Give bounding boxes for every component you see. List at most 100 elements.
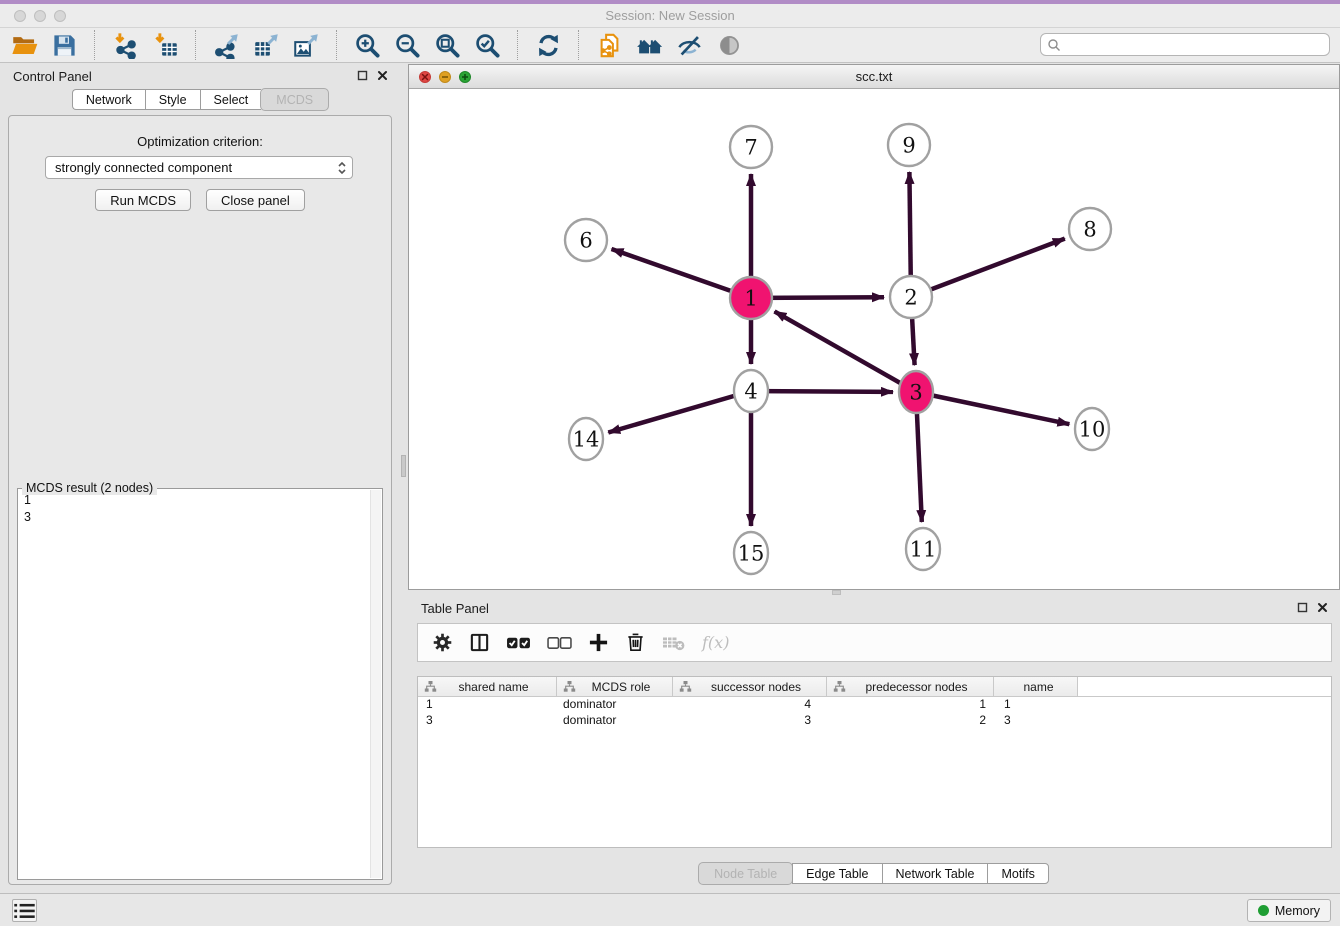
tab-node-table[interactable]: Node Table — [698, 862, 793, 885]
graph-node-7[interactable]: 7 — [730, 126, 772, 168]
graph-node-label: 7 — [744, 135, 757, 159]
criterion-select[interactable]: strongly connected component — [45, 156, 353, 179]
import-network-button[interactable] — [105, 30, 145, 60]
graph-edge-4-14[interactable] — [608, 391, 751, 433]
column-header-MCDS-role[interactable]: MCDS role — [557, 677, 673, 696]
table-cell: 3 — [994, 713, 1078, 729]
graph-node-10[interactable]: 10 — [1075, 408, 1109, 450]
graph-node-6[interactable]: 6 — [565, 219, 607, 261]
graph-node-label: 9 — [902, 133, 915, 157]
open-session-button[interactable] — [4, 30, 44, 60]
add-row-button[interactable] — [588, 631, 609, 655]
vertical-split-divider[interactable] — [400, 63, 408, 893]
result-scrollbar[interactable] — [370, 490, 381, 878]
graph-node-label: 3 — [909, 380, 922, 404]
graph-node-14[interactable]: 14 — [569, 418, 603, 460]
close-panel-button[interactable]: Close panel — [206, 189, 305, 211]
graph-node-15[interactable]: 15 — [734, 532, 768, 574]
memory-label: Memory — [1275, 904, 1320, 918]
network-canvas[interactable]: 7 9 6 8 1 2 4 3 14 10 15 11 — [409, 89, 1339, 589]
graph-node-1[interactable]: 1 — [730, 277, 772, 319]
maximize-view-button[interactable] — [459, 71, 471, 83]
graph-node-4[interactable]: 4 — [734, 370, 768, 412]
export-image-button[interactable] — [286, 30, 326, 60]
tab-motifs[interactable]: Motifs — [987, 863, 1048, 884]
table-row[interactable]: 3dominator323 — [418, 713, 1331, 729]
export-table-button[interactable] — [246, 30, 286, 60]
graph-node-label: 8 — [1083, 217, 1096, 241]
zoom-selected-button[interactable] — [467, 30, 507, 60]
graph-node-2[interactable]: 2 — [890, 276, 932, 318]
column-header-shared-name[interactable]: shared name — [418, 677, 557, 696]
delete-table-button — [662, 631, 686, 655]
table-cell: dominator — [557, 713, 673, 729]
deselect-all-button[interactable] — [547, 631, 572, 655]
select-all-button[interactable] — [506, 631, 531, 655]
import-table-button[interactable] — [145, 30, 185, 60]
run-mcds-button[interactable]: Run MCDS — [95, 189, 191, 211]
search-input[interactable] — [1061, 36, 1329, 54]
tab-style[interactable]: Style — [145, 89, 200, 110]
close-panel-icon[interactable] — [1317, 602, 1328, 613]
float-panel-icon[interactable] — [357, 70, 368, 81]
save-session-button[interactable] — [44, 30, 84, 60]
tab-network[interactable]: Network — [72, 89, 145, 110]
graph-edge-2-8[interactable] — [911, 239, 1065, 297]
table-toolbar: f(x) — [417, 623, 1332, 662]
graph-node-label: 15 — [738, 541, 765, 565]
export-network-button[interactable] — [206, 30, 246, 60]
table-row[interactable]: 1dominator411 — [418, 697, 1331, 713]
save-session-icon — [51, 32, 78, 59]
network-window-titlebar: scc.txt — [409, 65, 1339, 89]
tab-network-table[interactable]: Network Table — [882, 863, 988, 884]
graph-edge-3-1[interactable] — [775, 311, 917, 392]
network-graph: 7 9 6 8 1 2 4 3 14 10 15 11 — [409, 89, 1339, 589]
graph-node-8[interactable]: 8 — [1069, 208, 1111, 250]
column-header-successor-nodes[interactable]: successor nodes — [673, 677, 827, 696]
mcds-result-line: 3 — [18, 509, 370, 526]
graphics-details-button[interactable] — [669, 30, 709, 60]
graph-edge-3-10[interactable] — [916, 392, 1069, 424]
duplicate-network-button[interactable] — [589, 30, 629, 60]
minimize-view-button[interactable] — [439, 71, 451, 83]
gear-icon — [432, 632, 453, 653]
table-cell: 1 — [827, 697, 994, 713]
zoom-fit-button[interactable] — [427, 30, 467, 60]
mcds-result-list[interactable]: 13 — [18, 492, 370, 879]
function-builder-icon: f(x) — [702, 633, 729, 652]
tab-select[interactable]: Select — [200, 89, 262, 110]
float-panel-icon[interactable] — [1297, 602, 1308, 613]
mcds-result-line: 1 — [18, 492, 370, 509]
table-cell: 1 — [418, 697, 557, 713]
task-history-button[interactable] — [12, 899, 37, 922]
search-box[interactable] — [1040, 33, 1330, 56]
close-panel-icon[interactable] — [377, 70, 388, 81]
column-header-name[interactable]: name — [994, 677, 1078, 696]
zoom-in-button[interactable] — [347, 30, 387, 60]
refresh-layout-button[interactable] — [528, 30, 568, 60]
memory-button[interactable]: Memory — [1247, 899, 1331, 922]
divider-grip[interactable] — [401, 455, 406, 477]
graph-node-3[interactable]: 3 — [899, 371, 933, 413]
home-button[interactable] — [629, 30, 669, 60]
status-bar: Memory — [0, 893, 1340, 926]
tab-mcds[interactable]: MCDS — [260, 88, 329, 111]
tab-edge-table[interactable]: Edge Table — [792, 863, 881, 884]
close-view-button[interactable] — [419, 71, 431, 83]
table-cell: 3 — [673, 713, 827, 729]
graph-node-11[interactable]: 11 — [906, 528, 940, 570]
gear-button[interactable] — [432, 631, 453, 655]
delete-table-icon — [662, 634, 686, 651]
toolbar-separator — [195, 30, 196, 60]
graph-edge-4-3[interactable] — [751, 391, 893, 392]
column-header-predecessor-nodes[interactable]: predecessor nodes — [827, 677, 994, 696]
node-table[interactable]: shared nameMCDS rolesuccessor nodesprede… — [417, 676, 1332, 848]
graph-node-9[interactable]: 9 — [888, 124, 930, 166]
columns-button[interactable] — [469, 631, 490, 655]
memory-status-dot — [1258, 905, 1269, 916]
open-session-icon — [11, 32, 38, 59]
delete-row-button[interactable] — [625, 631, 646, 655]
zoom-out-button[interactable] — [387, 30, 427, 60]
eye-button[interactable] — [709, 30, 749, 60]
eye-icon — [716, 32, 743, 59]
